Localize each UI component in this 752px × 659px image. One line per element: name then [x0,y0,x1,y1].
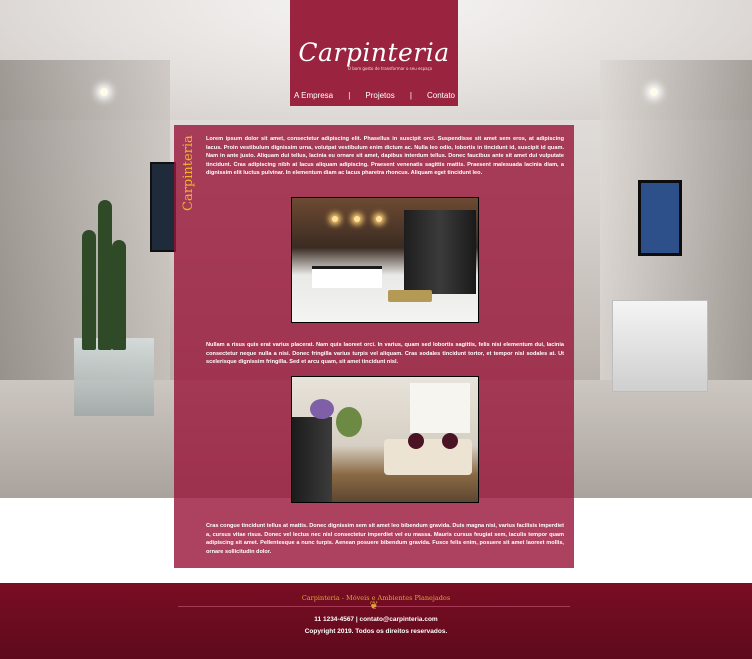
footer-ornament-icon: ❦ [369,599,379,612]
background-cactus [78,190,130,350]
content-panel: Carpinteria Lorem ipsum dolor sit amet, … [174,125,574,568]
side-title: Carpinteria [181,135,196,211]
site-logo[interactable]: Carpinteria [290,38,458,67]
nav-item-a-empresa[interactable]: A Empresa [294,91,333,100]
footer-contact: 11 1234-4567 | contato@carpinteria.com [314,616,438,623]
background-wall-frame [150,162,176,252]
footer-copyright: Copyright 2019. Todos os direitos reserv… [304,628,448,635]
living-room-photo [291,376,479,503]
background-cabinet [612,300,708,392]
content-paragraph: Cras congue tincidunt tellus at mattis. … [206,523,564,555]
ceiling-light [100,88,108,96]
nav-item-contato[interactable]: Contato [427,91,455,100]
ceiling-light [650,88,658,96]
content-paragraph: Lorem ipsum dolor sit amet, consectetur … [206,136,564,176]
nav-item-projetos[interactable]: Projetos [365,91,394,100]
content-paragraph: Nullam a risus quis erat varius placerat… [206,342,564,365]
site-tagline: O bom gosto de transformar o seu espaço [347,66,433,71]
background-tv [638,180,682,256]
site-header: Carpinteria O bom gosto de transformar o… [290,0,458,106]
main-nav: A Empresa | Projetos | Contato [290,91,458,100]
bedroom-photo [291,197,479,323]
site-footer: Carpinteria - Móveis e Ambientes Planeja… [0,583,752,659]
nav-separator: | [409,91,412,100]
nav-separator: | [348,91,351,100]
